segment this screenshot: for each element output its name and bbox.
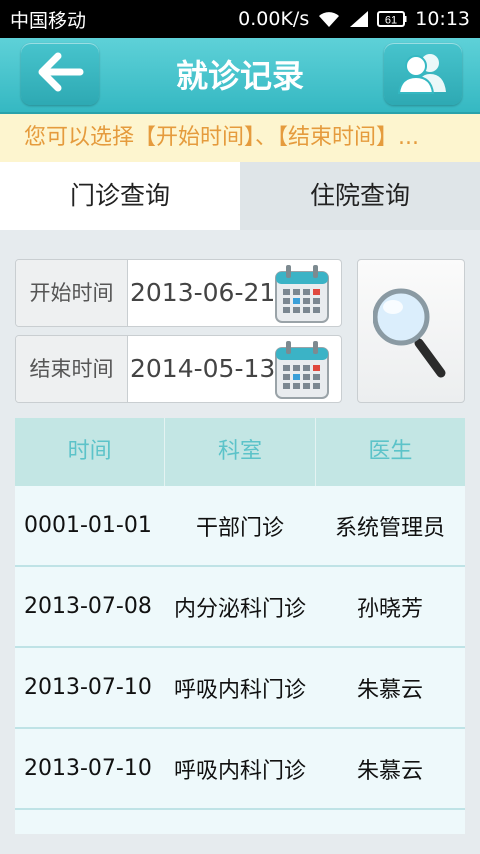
arrow-left-icon: [36, 52, 84, 96]
carrier-label: 中国移动: [10, 9, 87, 32]
table-row-partial: [15, 810, 465, 834]
end-date-label: 结束时间: [16, 336, 128, 402]
column-header-time: 时间: [15, 418, 166, 486]
end-date-field[interactable]: 结束时间 2014-05-13: [15, 335, 342, 403]
cell-doctor: 朱慕云: [356, 677, 423, 703]
network-speed: 0.00K/s: [238, 8, 310, 30]
tab-bar: 门诊查询 住院查询: [0, 162, 480, 230]
cell-doctor: 朱慕云: [356, 758, 423, 784]
start-date-label: 开始时间: [16, 260, 128, 326]
clock: 10:13: [415, 8, 470, 30]
signal-icon: [349, 10, 369, 28]
cell-department: 内分泌科门诊: [173, 596, 306, 622]
cell-department: 干部门诊: [195, 515, 284, 541]
notice-text: 您可以选择【开始时间】、【结束时间】...: [24, 125, 419, 150]
tab-inpatient[interactable]: 住院查询: [240, 162, 480, 230]
table-row[interactable]: 2013-07-10 呼吸内科门诊 朱慕云: [15, 729, 465, 810]
column-header-department: 科室: [165, 418, 316, 486]
notice-banner: 您可以选择【开始时间】、【结束时间】...: [0, 114, 480, 162]
start-date-field[interactable]: 开始时间 2013-06-21: [15, 259, 342, 327]
status-indicators: 0.00K/s 61 10:13: [238, 8, 470, 30]
cell-time: 0001-01-01: [24, 513, 152, 538]
cell-time: 2013-07-10: [24, 675, 152, 700]
back-button[interactable]: [21, 43, 99, 105]
search-button[interactable]: [357, 259, 465, 403]
status-bar: 中国移动 0.00K/s 61 10:13: [0, 0, 480, 38]
cell-department: 呼吸内科门诊: [173, 758, 306, 784]
battery-level: 61: [385, 15, 397, 27]
battery-icon: 61: [377, 11, 407, 27]
wifi-icon: [317, 10, 341, 28]
cell-doctor: 孙晓芳: [356, 596, 423, 622]
calendar-icon[interactable]: [274, 340, 330, 402]
calendar-icon[interactable]: [274, 264, 330, 326]
cell-time: 2013-07-10: [24, 756, 152, 781]
users-icon: [396, 50, 450, 98]
column-header-doctor: 医生: [368, 439, 413, 464]
cell-doctor: 系统管理员: [334, 515, 445, 541]
magnifier-icon: [372, 267, 449, 395]
cell-department: 呼吸内科门诊: [173, 677, 306, 703]
cell-time: 2013-07-08: [24, 594, 152, 619]
end-date-value[interactable]: 2014-05-13: [130, 336, 275, 402]
table-header: 时间 科室 医生: [15, 418, 465, 486]
start-date-value[interactable]: 2013-06-21: [130, 260, 275, 326]
table-body: 0001-01-01 干部门诊 系统管理员 2013-07-08 内分泌科门诊 …: [15, 486, 465, 834]
table-row[interactable]: 2013-07-10 呼吸内科门诊 朱慕云: [15, 648, 465, 729]
app-header: 就诊记录: [0, 38, 480, 114]
tab-outpatient[interactable]: 门诊查询: [0, 162, 240, 230]
table-row[interactable]: 0001-01-01 干部门诊 系统管理员: [15, 486, 465, 567]
table-row[interactable]: 2013-07-08 内分泌科门诊 孙晓芳: [15, 567, 465, 648]
contacts-button[interactable]: [384, 43, 462, 105]
